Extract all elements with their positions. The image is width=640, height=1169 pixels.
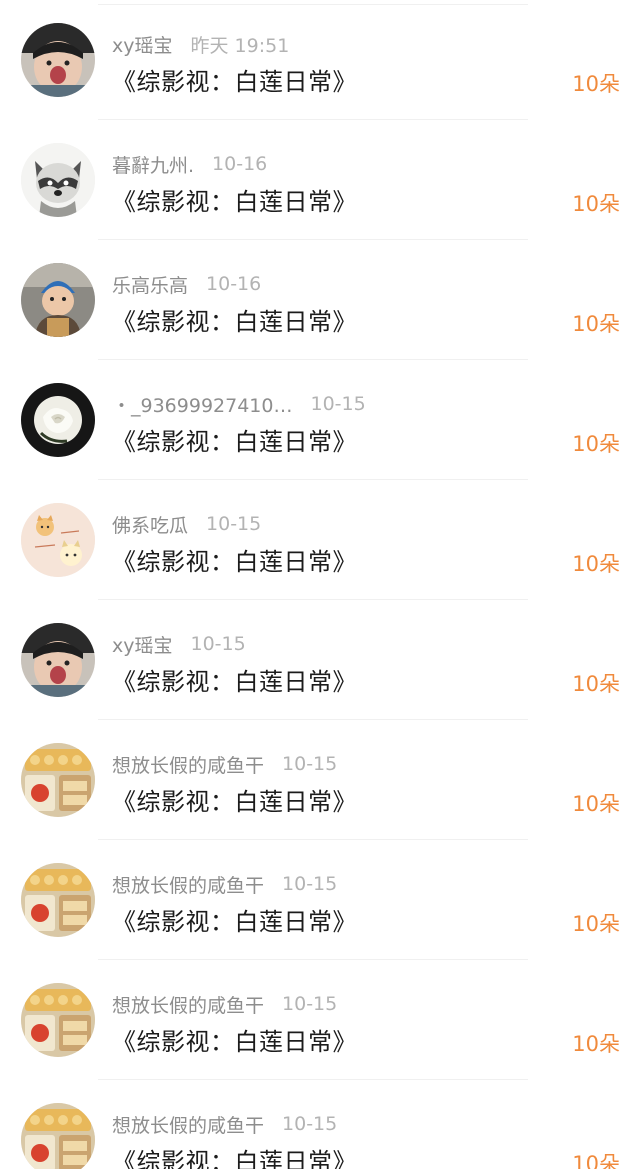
gift-count: 10朵 xyxy=(572,1152,620,1169)
username[interactable]: 想放长假的咸鱼干 xyxy=(112,871,264,898)
avatar[interactable] xyxy=(21,23,95,97)
gift-count: 10朵 xyxy=(572,192,620,216)
gift-count: 10朵 xyxy=(572,72,620,96)
book-title[interactable]: 《综影视：白莲日常》 xyxy=(112,62,357,97)
timestamp: 10-15 xyxy=(190,633,246,655)
record-meta: 想放长假的咸鱼干 10-15 xyxy=(112,990,337,1018)
avatar[interactable] xyxy=(21,983,95,1057)
list-item[interactable]: 乐高乐高 10-16 《综影视：白莲日常》 10朵 xyxy=(0,240,640,360)
food-tray-avatar-icon xyxy=(21,743,95,817)
username[interactable]: ・_93699927410… xyxy=(112,391,292,418)
timestamp: 10-15 xyxy=(282,753,338,775)
food-tray-avatar-icon xyxy=(21,983,95,1057)
avatar[interactable] xyxy=(21,1103,95,1169)
record-meta: 想放长假的咸鱼干 10-15 xyxy=(112,870,337,898)
food-tray-avatar-icon xyxy=(21,863,95,937)
avatar[interactable] xyxy=(21,143,95,217)
record-meta: xy瑶宝 昨天 19:51 xyxy=(112,30,289,58)
avatar[interactable] xyxy=(21,383,95,457)
timestamp: 10-15 xyxy=(282,1113,338,1135)
username[interactable]: 想放长假的咸鱼干 xyxy=(112,991,264,1018)
avatar[interactable] xyxy=(21,743,95,817)
book-title[interactable]: 《综影视：白莲日常》 xyxy=(112,422,357,457)
timestamp: 10-16 xyxy=(206,273,262,295)
record-meta: 想放长假的咸鱼干 10-15 xyxy=(112,1110,337,1138)
list-item[interactable]: xy瑶宝 10-15 《综影视：白莲日常》 10朵 xyxy=(0,600,640,720)
record-meta: ・_93699927410… 10-15 xyxy=(112,390,366,418)
list-item[interactable]: 想放长假的咸鱼干 10-15 《综影视：白莲日常》 10朵 xyxy=(0,1080,640,1169)
record-meta: 想放长假的咸鱼干 10-15 xyxy=(112,750,337,778)
child-photo-avatar-icon xyxy=(21,623,95,697)
list-item[interactable]: 想放长假的咸鱼干 10-15 《综影视：白莲日常》 10朵 xyxy=(0,840,640,960)
avatar[interactable] xyxy=(21,503,95,577)
gift-count: 10朵 xyxy=(572,312,620,336)
cartoon-cats-avatar-icon xyxy=(21,503,95,577)
child-photo-avatar-icon xyxy=(21,23,95,97)
username[interactable]: xy瑶宝 xyxy=(112,631,173,658)
timestamp: 昨天 19:51 xyxy=(190,34,290,57)
gift-count: 10朵 xyxy=(572,432,620,456)
username[interactable]: 想放长假的咸鱼干 xyxy=(112,1111,264,1138)
username[interactable]: 暮辭九州. xyxy=(112,151,194,178)
book-title[interactable]: 《综影视：白莲日常》 xyxy=(112,1142,357,1169)
avatar[interactable] xyxy=(21,263,95,337)
book-title[interactable]: 《综影视：白莲日常》 xyxy=(112,902,357,937)
avatar[interactable] xyxy=(21,863,95,937)
gift-count: 10朵 xyxy=(572,552,620,576)
book-title[interactable]: 《综影视：白莲日常》 xyxy=(112,782,357,817)
avatar[interactable] xyxy=(21,623,95,697)
gift-count: 10朵 xyxy=(572,1032,620,1056)
list-item[interactable]: 暮辭九州. 10-16 《综影视：白莲日常》 10朵 xyxy=(0,120,640,240)
username[interactable]: 佛系吃瓜 xyxy=(112,511,188,538)
book-title[interactable]: 《综影视：白莲日常》 xyxy=(112,182,357,217)
username[interactable]: 想放长假的咸鱼干 xyxy=(112,751,264,778)
timestamp: 10-15 xyxy=(282,993,338,1015)
list-item[interactable]: 想放长假的咸鱼干 10-15 《综影视：白莲日常》 10朵 xyxy=(0,960,640,1080)
baby-photo-avatar-icon xyxy=(21,263,95,337)
book-title[interactable]: 《综影视：白莲日常》 xyxy=(112,662,357,697)
book-title[interactable]: 《综影视：白莲日常》 xyxy=(112,302,357,337)
username[interactable]: xy瑶宝 xyxy=(112,31,173,58)
white-rose-avatar-icon xyxy=(21,383,95,457)
book-title[interactable]: 《综影视：白莲日常》 xyxy=(112,542,357,577)
food-tray-avatar-icon xyxy=(21,1103,95,1169)
list-item[interactable]: xy瑶宝 昨天 19:51 《综影视：白莲日常》 10朵 xyxy=(0,0,640,120)
record-meta: 佛系吃瓜 10-15 xyxy=(112,510,261,538)
raccoon-drawing-avatar-icon xyxy=(21,143,95,217)
gift-record-list: xy瑶宝 昨天 19:51 《综影视：白莲日常》 10朵 暮辭九州. 10-16 xyxy=(0,0,640,1169)
gift-count: 10朵 xyxy=(572,672,620,696)
username[interactable]: 乐高乐高 xyxy=(112,271,188,298)
record-meta: 乐高乐高 10-16 xyxy=(112,270,261,298)
list-item[interactable]: ・_93699927410… 10-15 《综影视：白莲日常》 10朵 xyxy=(0,360,640,480)
timestamp: 10-15 xyxy=(282,873,338,895)
record-meta: 暮辭九州. 10-16 xyxy=(112,150,267,178)
timestamp: 10-15 xyxy=(206,513,262,535)
gift-count: 10朵 xyxy=(572,792,620,816)
list-item[interactable]: 想放长假的咸鱼干 10-15 《综影视：白莲日常》 10朵 xyxy=(0,720,640,840)
book-title[interactable]: 《综影视：白莲日常》 xyxy=(112,1022,357,1057)
timestamp: 10-15 xyxy=(310,393,366,415)
timestamp: 10-16 xyxy=(212,153,268,175)
record-meta: xy瑶宝 10-15 xyxy=(112,630,246,658)
gift-count: 10朵 xyxy=(572,912,620,936)
list-item[interactable]: 佛系吃瓜 10-15 《综影视：白莲日常》 10朵 xyxy=(0,480,640,600)
